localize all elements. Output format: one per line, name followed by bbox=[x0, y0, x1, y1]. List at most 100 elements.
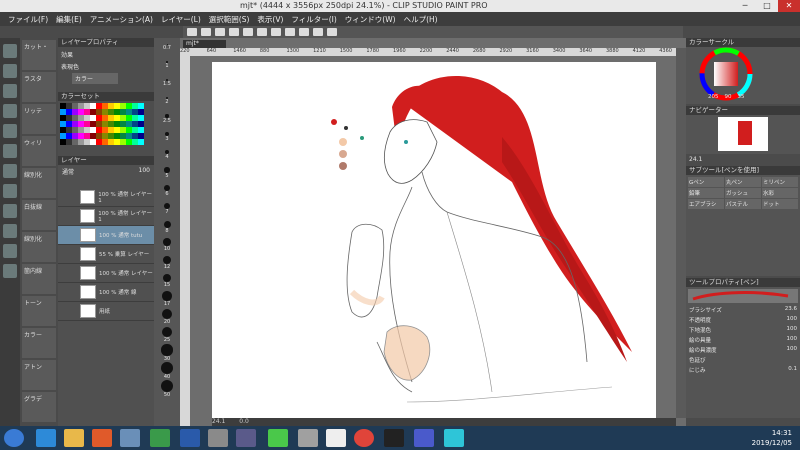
computer-icon[interactable] bbox=[120, 429, 140, 447]
new-icon[interactable] bbox=[187, 28, 197, 36]
menu-view[interactable]: 表示(V) bbox=[257, 14, 283, 25]
undo-icon[interactable] bbox=[229, 28, 239, 36]
brush-size-item[interactable]: 1 bbox=[154, 56, 180, 74]
figure-tool-icon[interactable] bbox=[3, 244, 17, 258]
menu-animation[interactable]: アニメーション(A) bbox=[90, 14, 153, 25]
brush-size-item[interactable]: 50 bbox=[154, 380, 180, 398]
rotation-value[interactable]: 0.0 bbox=[239, 418, 249, 425]
discord-icon[interactable] bbox=[414, 429, 434, 447]
subtool-item[interactable]: リッテ bbox=[22, 104, 56, 134]
save-icon[interactable] bbox=[215, 28, 225, 36]
layer-row[interactable]: 用紙 bbox=[58, 302, 154, 321]
ie-icon[interactable] bbox=[36, 429, 56, 447]
select-icon[interactable] bbox=[285, 28, 295, 36]
close-button[interactable]: ✕ bbox=[778, 0, 800, 12]
brush-size-item[interactable]: 2 bbox=[154, 92, 180, 110]
layer-row[interactable]: 100 % 通常 レイヤー bbox=[58, 264, 154, 283]
color-swatch[interactable] bbox=[138, 139, 144, 145]
expression-color-select[interactable]: カラー bbox=[72, 73, 118, 84]
subtool-item[interactable]: カット・ bbox=[22, 40, 56, 70]
subtool-item[interactable]: トーン bbox=[22, 296, 56, 326]
brush-size-item[interactable]: 8 bbox=[154, 218, 180, 236]
layer-row-selected[interactable]: 100 % 通常 tutu bbox=[58, 226, 154, 245]
layer-row[interactable]: 100 % 通常 線 bbox=[58, 283, 154, 302]
app-w-icon[interactable] bbox=[444, 429, 464, 447]
brush-tool-icon[interactable] bbox=[3, 144, 17, 158]
layer-row[interactable]: 100 % 通常 レイヤー 1 bbox=[58, 188, 154, 207]
subtool-item[interactable]: 線別化 bbox=[22, 168, 56, 198]
drawing-canvas[interactable] bbox=[212, 62, 656, 418]
subtool-item[interactable]: アトン bbox=[22, 360, 56, 390]
lower-color-value[interactable]: 100 bbox=[787, 326, 798, 334]
brush-size-item[interactable]: 2.5 bbox=[154, 110, 180, 128]
move-tool-icon[interactable] bbox=[3, 64, 17, 78]
brush-size-item[interactable]: 6 bbox=[154, 182, 180, 200]
menu-filter[interactable]: フィルター(I) bbox=[291, 14, 336, 25]
help-icon[interactable] bbox=[327, 28, 337, 36]
maximize-button[interactable]: □ bbox=[756, 0, 778, 12]
brush-size-item[interactable]: 40 bbox=[154, 362, 180, 380]
subtool-item[interactable]: 線別化 bbox=[22, 232, 56, 262]
subtool-group[interactable]: Gペン bbox=[688, 177, 724, 187]
subtool-item[interactable]: グラデ bbox=[22, 392, 56, 422]
pen-tool-icon[interactable] bbox=[3, 124, 17, 138]
chrome-icon[interactable] bbox=[354, 429, 374, 447]
film-icon[interactable] bbox=[384, 429, 404, 447]
clear-icon[interactable] bbox=[257, 28, 267, 36]
brush-size-item[interactable]: 12 bbox=[154, 254, 180, 272]
blend-mode-select[interactable]: 通常 bbox=[62, 167, 74, 176]
app-icon[interactable] bbox=[236, 429, 256, 447]
media-player-icon[interactable] bbox=[92, 429, 112, 447]
brush-size-item[interactable]: 7 bbox=[154, 200, 180, 218]
brush-size-item[interactable]: 1.5 bbox=[154, 74, 180, 92]
start-button[interactable] bbox=[4, 429, 24, 447]
brush-size-item[interactable]: 10 bbox=[154, 236, 180, 254]
minimize-button[interactable]: ─ bbox=[734, 0, 756, 12]
clip-studio-paint-icon[interactable] bbox=[326, 429, 346, 447]
open-icon[interactable] bbox=[201, 28, 211, 36]
color-swatch-grid[interactable] bbox=[60, 103, 152, 145]
subtool-group[interactable]: 鉛筆 bbox=[688, 188, 724, 198]
subtool-group[interactable]: ドット bbox=[762, 199, 798, 209]
brush-size-item[interactable]: 4 bbox=[154, 146, 180, 164]
brush-size-item[interactable]: 15 bbox=[154, 272, 180, 290]
eyedropper-tool-icon[interactable] bbox=[3, 104, 17, 118]
navigator-preview[interactable] bbox=[718, 117, 768, 151]
brush-size-item[interactable]: 5 bbox=[154, 164, 180, 182]
system-clock[interactable]: 14:31 2019/12/05 bbox=[752, 428, 792, 448]
explorer-icon[interactable] bbox=[64, 429, 84, 447]
text-tool-icon[interactable] bbox=[3, 224, 17, 238]
zoom-tool-icon[interactable] bbox=[3, 44, 17, 58]
brush-size-item[interactable]: 20 bbox=[154, 308, 180, 326]
brush-size-item[interactable]: 0.7 bbox=[154, 38, 180, 56]
menu-file[interactable]: ファイル(F) bbox=[8, 14, 48, 25]
layer-opacity-value[interactable]: 100 bbox=[139, 167, 150, 176]
layer-row[interactable]: 55 % 乗算 レイヤー bbox=[58, 245, 154, 264]
subtool-item[interactable]: ラスタ bbox=[22, 72, 56, 102]
eraser-tool-icon[interactable] bbox=[3, 164, 17, 178]
subtool-group[interactable]: 水彩 bbox=[762, 188, 798, 198]
subtool-item[interactable]: ウィリ bbox=[22, 136, 56, 166]
menu-help[interactable]: ヘルプ(H) bbox=[404, 14, 438, 25]
subtool-item[interactable]: 白抜線 bbox=[22, 200, 56, 230]
layer-row[interactable]: 100 % 通常 レイヤー 1 bbox=[58, 207, 154, 226]
snap-icon[interactable] bbox=[299, 28, 309, 36]
menu-layer[interactable]: レイヤー(L) bbox=[161, 14, 201, 25]
selection-tool-icon[interactable] bbox=[3, 84, 17, 98]
menu-selection[interactable]: 選択範囲(S) bbox=[209, 14, 250, 25]
zoom-value[interactable]: 24.1 bbox=[212, 418, 225, 425]
gradient-tool-icon[interactable] bbox=[3, 204, 17, 218]
brush-size-value[interactable]: 23.6 bbox=[785, 306, 797, 314]
brush-size-item[interactable]: 30 bbox=[154, 344, 180, 362]
app-icon[interactable] bbox=[208, 429, 228, 447]
redo-icon[interactable] bbox=[243, 28, 253, 36]
subtool-group[interactable]: パステル bbox=[725, 199, 761, 209]
paint-density-value[interactable]: 100 bbox=[787, 346, 798, 354]
menu-edit[interactable]: 編集(E) bbox=[56, 14, 82, 25]
transform-icon[interactable] bbox=[271, 28, 281, 36]
brush-size-item[interactable]: 17 bbox=[154, 290, 180, 308]
paint-amount-value[interactable]: 100 bbox=[787, 336, 798, 344]
fill-tool-icon[interactable] bbox=[3, 184, 17, 198]
subtool-group[interactable]: ガッシュ bbox=[725, 188, 761, 198]
ruler-tool-icon[interactable] bbox=[3, 264, 17, 278]
